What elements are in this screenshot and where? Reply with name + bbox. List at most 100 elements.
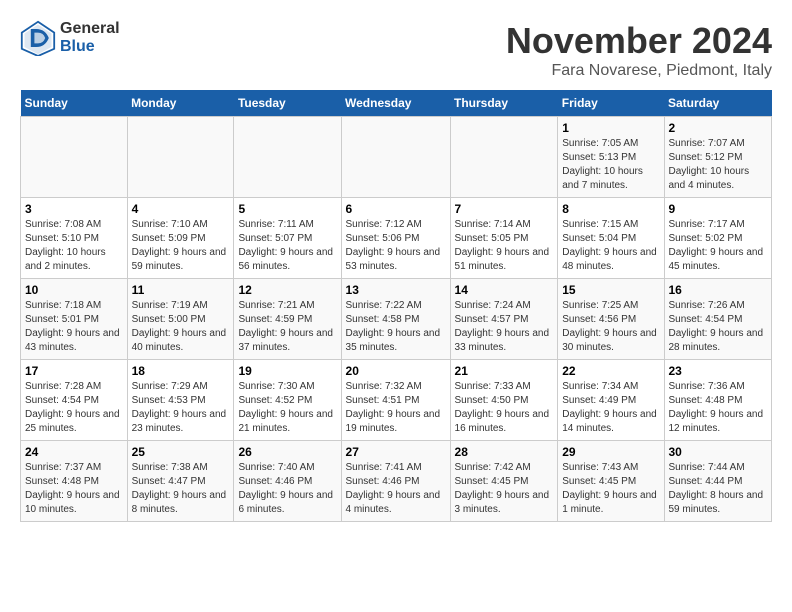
calendar-cell: 27 Sunrise: 7:41 AM Sunset: 4:46 PM Dayli… [341, 441, 450, 522]
day-number: 18 [132, 364, 230, 378]
calendar-cell: 25 Sunrise: 7:38 AM Sunset: 4:47 PM Dayli… [127, 441, 234, 522]
day-number: 25 [132, 445, 230, 459]
calendar-cell [234, 117, 341, 198]
day-info: Sunrise: 7:08 AM Sunset: 5:10 PM Dayligh… [25, 218, 123, 274]
calendar-table: SundayMondayTuesdayWednesdayThursdayFrid… [20, 90, 772, 522]
day-info: Sunrise: 7:43 AM Sunset: 4:45 PM Dayligh… [562, 461, 659, 517]
day-number: 22 [562, 364, 659, 378]
calendar-cell: 5 Sunrise: 7:11 AM Sunset: 5:07 PM Daylig… [234, 198, 341, 279]
calendar-cell [21, 117, 128, 198]
calendar-cell: 26 Sunrise: 7:40 AM Sunset: 4:46 PM Dayli… [234, 441, 341, 522]
day-info: Sunrise: 7:10 AM Sunset: 5:09 PM Dayligh… [132, 218, 230, 274]
calendar-cell: 10 Sunrise: 7:18 AM Sunset: 5:01 PM Dayli… [21, 279, 128, 360]
calendar-cell: 6Sunrise: 7:12 AM Sunset: 5:06 PM Daylig… [341, 198, 450, 279]
calendar-cell: 17 Sunrise: 7:28 AM Sunset: 4:54 PM Dayli… [21, 360, 128, 441]
day-info: Sunrise: 7:40 AM Sunset: 4:46 PM Dayligh… [238, 461, 336, 517]
day-info: Sunrise: 7:22 AM Sunset: 4:58 PM Dayligh… [346, 299, 446, 355]
day-number: 16 [669, 283, 768, 297]
day-number: 12 [238, 283, 336, 297]
day-info: Sunrise: 7:19 AM Sunset: 5:00 PM Dayligh… [132, 299, 230, 355]
day-number: 20 [346, 364, 446, 378]
day-number: 3 [25, 202, 123, 216]
day-number: 19 [238, 364, 336, 378]
week-row-1: 1 Sunrise: 7:05 AM Sunset: 5:13 PM Daylig… [21, 117, 772, 198]
day-number: 27 [346, 445, 446, 459]
day-number: 13 [346, 283, 446, 297]
calendar-cell: 14Sunrise: 7:24 AM Sunset: 4:57 PM Dayli… [450, 279, 558, 360]
calendar-cell: 20 Sunrise: 7:32 AM Sunset: 4:51 PM Dayli… [341, 360, 450, 441]
calendar-cell: 29 Sunrise: 7:43 AM Sunset: 4:45 PM Dayli… [558, 441, 664, 522]
day-info: Sunrise: 7:21 AM Sunset: 4:59 PM Dayligh… [238, 299, 336, 355]
day-number: 2 [669, 121, 768, 135]
day-info: Sunrise: 7:05 AM Sunset: 5:13 PM Dayligh… [562, 137, 659, 193]
day-info: Sunrise: 7:14 AM Sunset: 5:05 PM Dayligh… [455, 218, 554, 274]
day-info: Sunrise: 7:38 AM Sunset: 4:47 PM Dayligh… [132, 461, 230, 517]
calendar-cell: 3 Sunrise: 7:08 AM Sunset: 5:10 PM Daylig… [21, 198, 128, 279]
day-info: Sunrise: 7:28 AM Sunset: 4:54 PM Dayligh… [25, 380, 123, 436]
day-info: Sunrise: 7:30 AM Sunset: 4:52 PM Dayligh… [238, 380, 336, 436]
day-number: 17 [25, 364, 123, 378]
day-number: 10 [25, 283, 123, 297]
day-info: Sunrise: 7:18 AM Sunset: 5:01 PM Dayligh… [25, 299, 123, 355]
day-number: 26 [238, 445, 336, 459]
calendar-body: 1 Sunrise: 7:05 AM Sunset: 5:13 PM Daylig… [21, 117, 772, 522]
calendar-cell [127, 117, 234, 198]
day-number: 30 [669, 445, 768, 459]
day-number: 4 [132, 202, 230, 216]
logo-icon [20, 20, 56, 56]
day-number: 14 [455, 283, 554, 297]
calendar-cell: 16Sunrise: 7:26 AM Sunset: 4:54 PM Dayli… [664, 279, 772, 360]
column-header-tuesday: Tuesday [234, 90, 341, 117]
calendar-cell [450, 117, 558, 198]
day-number: 21 [455, 364, 554, 378]
calendar-cell: 13 Sunrise: 7:22 AM Sunset: 4:58 PM Dayli… [341, 279, 450, 360]
header-row: SundayMondayTuesdayWednesdayThursdayFrid… [21, 90, 772, 117]
day-number: 5 [238, 202, 336, 216]
day-info: Sunrise: 7:41 AM Sunset: 4:46 PM Dayligh… [346, 461, 446, 517]
column-header-friday: Friday [558, 90, 664, 117]
day-number: 9 [669, 202, 768, 216]
calendar-cell: 15Sunrise: 7:25 AM Sunset: 4:56 PM Dayli… [558, 279, 664, 360]
day-info: Sunrise: 7:32 AM Sunset: 4:51 PM Dayligh… [346, 380, 446, 436]
calendar-cell: 18 Sunrise: 7:29 AM Sunset: 4:53 PM Dayli… [127, 360, 234, 441]
day-info: Sunrise: 7:17 AM Sunset: 5:02 PM Dayligh… [669, 218, 768, 274]
month-title: November 2024 [506, 20, 772, 62]
column-header-wednesday: Wednesday [341, 90, 450, 117]
calendar-cell: 8 Sunrise: 7:15 AM Sunset: 5:04 PM Daylig… [558, 198, 664, 279]
day-info: Sunrise: 7:42 AM Sunset: 4:45 PM Dayligh… [455, 461, 554, 517]
day-info: Sunrise: 7:36 AM Sunset: 4:48 PM Dayligh… [669, 380, 768, 436]
day-number: 1 [562, 121, 659, 135]
page-header: General Blue November 2024 Fara Novarese… [20, 20, 772, 80]
column-header-saturday: Saturday [664, 90, 772, 117]
day-number: 11 [132, 283, 230, 297]
day-info: Sunrise: 7:11 AM Sunset: 5:07 PM Dayligh… [238, 218, 336, 274]
calendar-cell: 7 Sunrise: 7:14 AM Sunset: 5:05 PM Daylig… [450, 198, 558, 279]
day-number: 23 [669, 364, 768, 378]
calendar-cell: 21 Sunrise: 7:33 AM Sunset: 4:50 PM Dayli… [450, 360, 558, 441]
week-row-5: 24 Sunrise: 7:37 AM Sunset: 4:48 PM Dayli… [21, 441, 772, 522]
calendar-cell: 24 Sunrise: 7:37 AM Sunset: 4:48 PM Dayli… [21, 441, 128, 522]
day-number: 24 [25, 445, 123, 459]
day-info: Sunrise: 7:29 AM Sunset: 4:53 PM Dayligh… [132, 380, 230, 436]
location-title: Fara Novarese, Piedmont, Italy [506, 62, 772, 80]
day-info: Sunrise: 7:37 AM Sunset: 4:48 PM Dayligh… [25, 461, 123, 517]
calendar-cell: 2Sunrise: 7:07 AM Sunset: 5:12 PM Daylig… [664, 117, 772, 198]
day-info: Sunrise: 7:34 AM Sunset: 4:49 PM Dayligh… [562, 380, 659, 436]
day-info: Sunrise: 7:33 AM Sunset: 4:50 PM Dayligh… [455, 380, 554, 436]
day-number: 7 [455, 202, 554, 216]
day-number: 8 [562, 202, 659, 216]
day-number: 29 [562, 445, 659, 459]
week-row-3: 10 Sunrise: 7:18 AM Sunset: 5:01 PM Dayli… [21, 279, 772, 360]
column-header-thursday: Thursday [450, 90, 558, 117]
column-header-monday: Monday [127, 90, 234, 117]
day-number: 28 [455, 445, 554, 459]
day-number: 6 [346, 202, 446, 216]
day-info: Sunrise: 7:15 AM Sunset: 5:04 PM Dayligh… [562, 218, 659, 274]
day-info: Sunrise: 7:44 AM Sunset: 4:44 PM Dayligh… [669, 461, 768, 517]
calendar-cell [341, 117, 450, 198]
calendar-cell: 19 Sunrise: 7:30 AM Sunset: 4:52 PM Dayli… [234, 360, 341, 441]
calendar-header: SundayMondayTuesdayWednesdayThursdayFrid… [21, 90, 772, 117]
logo-text: General Blue [60, 20, 120, 56]
title-block: November 2024 Fara Novarese, Piedmont, I… [506, 20, 772, 80]
calendar-cell: 1 Sunrise: 7:05 AM Sunset: 5:13 PM Daylig… [558, 117, 664, 198]
